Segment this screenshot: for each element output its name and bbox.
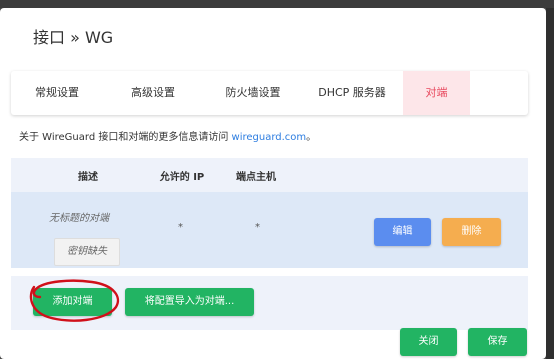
tab-firewall[interactable]: 防火墙设置 (203, 71, 303, 115)
close-button[interactable]: 关闭 (400, 328, 457, 356)
header-allowed-ips: 允许的 IP (159, 172, 205, 183)
delete-peer-button[interactable]: 删除 (442, 218, 501, 246)
table-row: 无标题的对端 * * 密钥缺失 编辑 删除 (11, 192, 528, 268)
import-config-button[interactable]: 将配置导入为对端... (125, 288, 254, 316)
modal-title: 接口 » WG (33, 28, 114, 47)
edit-peer-button[interactable]: 编辑 (374, 218, 431, 246)
backdrop (0, 0, 554, 8)
tab-advanced[interactable]: 高级设置 (103, 71, 203, 115)
missing-key-button[interactable]: 密钥缺失 (54, 238, 120, 266)
tab-bar: 常规设置 高级设置 防火墙设置 DHCP 服务器 对端 (11, 71, 528, 115)
tab-dhcp[interactable]: DHCP 服务器 (303, 71, 401, 115)
info-suffix: 。 (306, 132, 317, 143)
table-header: 描述 允许的 IP 端点主机 (11, 158, 528, 192)
tab-general[interactable]: 常规设置 (11, 71, 103, 115)
window-scrollbar-shade (546, 8, 554, 359)
save-button[interactable]: 保存 (468, 328, 527, 356)
wireguard-link[interactable]: wireguard.com (232, 132, 307, 143)
tab-peers[interactable]: 对端 (403, 71, 470, 115)
peer-description: 无标题的对端 (49, 213, 109, 224)
interface-edit-modal: 接口 » WG 常规设置 高级设置 防火墙设置 DHCP 服务器 对端 关于 W… (0, 8, 546, 359)
peer-endpoint-host: * (255, 222, 260, 233)
header-endpoint-host: 端点主机 (236, 172, 276, 183)
info-prefix: 关于 WireGuard 接口和对端的更多信息请访问 (19, 132, 232, 143)
info-text: 关于 WireGuard 接口和对端的更多信息请访问 wireguard.com… (19, 128, 316, 143)
add-peer-button[interactable]: 添加对端 (33, 288, 112, 316)
peer-allowed-ips: * (178, 222, 183, 233)
header-description: 描述 (78, 172, 98, 183)
add-peer-bar: 添加对端 将配置导入为对端... (11, 276, 528, 330)
